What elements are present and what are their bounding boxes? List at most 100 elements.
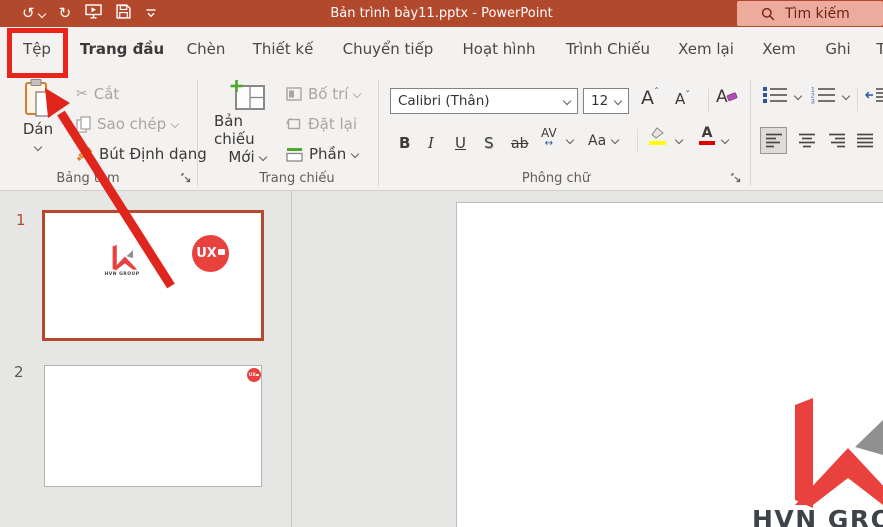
increase-font-button[interactable]: Aˆ (641, 87, 659, 109)
slideshow-button[interactable] (85, 4, 102, 23)
decrease-font-button[interactable]: Aˇ (675, 90, 690, 108)
ux-logo-label: UX (196, 246, 217, 261)
tab-design[interactable]: Thiết kế (253, 27, 314, 71)
font-group-label: Phông chữ (521, 171, 591, 186)
section-dropdown-icon[interactable] (351, 149, 360, 159)
format-painter-label: Bút Định dạng (99, 145, 207, 163)
mini-divider (637, 129, 638, 153)
font-size-dropdown-icon[interactable] (613, 96, 623, 106)
tab-animations[interactable]: Hoạt hình (463, 27, 536, 71)
change-case-glyph: Aa (588, 133, 607, 149)
redo-icon: ↻ (58, 4, 72, 22)
italic-button[interactable]: I (428, 128, 434, 156)
highlight-color-button[interactable] (648, 127, 666, 145)
align-center-button[interactable] (793, 127, 820, 154)
char-spacing-button[interactable]: AV ↔ (541, 127, 557, 149)
layout-dropdown-icon[interactable] (353, 89, 362, 99)
underline-button[interactable]: U (455, 128, 466, 156)
bullets-button[interactable] (762, 85, 788, 108)
font-name-dropdown-icon[interactable] (562, 96, 572, 106)
cut-scissors-icon: ✂ (76, 86, 88, 102)
copy-icon (76, 115, 91, 133)
annotation-highlight-box (7, 28, 68, 78)
change-case-dropdown-icon[interactable] (610, 135, 620, 145)
font-color-bar (699, 141, 715, 145)
customize-qat-button[interactable] (145, 4, 157, 23)
increase-font-letter: A (641, 87, 654, 109)
shadow-glyph: S (484, 134, 494, 152)
bold-button[interactable]: B (399, 128, 410, 156)
numbering-dropdown-icon[interactable] (841, 91, 851, 101)
text-shadow-button[interactable]: S (484, 128, 494, 156)
tab-insert[interactable]: Chèn (187, 27, 226, 71)
char-spacing-dropdown-icon[interactable] (565, 135, 575, 145)
cut-button[interactable]: ✂ Cắt (76, 81, 119, 107)
undo-dropdown-icon[interactable] (37, 9, 46, 18)
slide-2-ux-badge-label: UX (248, 372, 256, 378)
tab-home[interactable]: Trang đầu (80, 27, 164, 71)
section-label: Phần (309, 145, 347, 163)
search-label: Tìm kiếm (785, 5, 850, 22)
clear-formatting-button[interactable]: A (716, 87, 738, 107)
align-left-button[interactable] (760, 127, 787, 154)
tab-slideshow[interactable]: Trình Chiếu (566, 27, 650, 71)
section-icon (286, 147, 303, 162)
tab-review[interactable]: Xem lại (678, 27, 734, 71)
highlight-dropdown-icon[interactable] (674, 135, 684, 145)
align-justify-icon (856, 133, 873, 148)
slides-group-label: Trang chiếu (259, 171, 335, 186)
search-icon (761, 7, 775, 20)
ux-logo: UX (192, 235, 229, 272)
clipboard-dialog-launcher-icon[interactable] (181, 173, 192, 184)
strikethrough-button[interactable]: ab (511, 128, 528, 156)
slide-2-thumbnail[interactable]: UX (44, 365, 262, 487)
bullets-dropdown-icon[interactable] (793, 91, 803, 101)
tab-help[interactable]: T (876, 27, 883, 71)
tab-view[interactable]: Xem (762, 27, 795, 71)
change-case-button[interactable]: Aa (588, 133, 606, 149)
ribbon: Dán ✂ Cắt Sao chép Bút Định dạng Bảng tạ… (0, 75, 883, 191)
font-color-button[interactable]: A (699, 126, 715, 145)
copy-dropdown-icon[interactable] (170, 119, 180, 129)
numbering-button[interactable]: 123 (810, 85, 836, 108)
cut-label: Cắt (93, 85, 120, 103)
font-size-combo[interactable]: 12 (583, 88, 629, 114)
char-spacing-arrow-icon: ↔ (544, 138, 554, 149)
tab-transitions[interactable]: Chuyển tiếp (343, 27, 434, 71)
search-box[interactable]: Tìm kiếm (737, 1, 883, 26)
align-right-icon (828, 133, 845, 148)
layout-icon (286, 87, 302, 101)
ribbon-tab-row: Tệp Trang đầu Chèn Thiết kế Chuyển tiếp … (0, 27, 883, 98)
customize-qat-icon (146, 9, 156, 18)
section-button[interactable]: Phần (286, 141, 360, 167)
align-justify-button[interactable] (851, 127, 878, 154)
reset-button[interactable]: Đặt lại (286, 111, 357, 137)
new-slide-button[interactable]: Bản chiếu Mới (214, 78, 280, 166)
slide-1-thumbnail[interactable]: HVN GROUP UX (42, 210, 264, 341)
group-divider (378, 80, 379, 186)
font-color-dropdown-icon[interactable] (720, 135, 730, 145)
tab-record[interactable]: Ghi (825, 27, 850, 71)
mini-divider (857, 87, 858, 111)
slideshow-icon (85, 4, 102, 19)
numbering-icon: 123 (811, 87, 835, 106)
font-name-combo[interactable]: Calibri (Thân) (390, 88, 578, 114)
paste-button[interactable]: Dán (12, 78, 64, 152)
paste-dropdown-icon[interactable] (33, 142, 43, 152)
increase-font-caret-icon: ˆ (654, 87, 659, 98)
save-button[interactable] (116, 4, 131, 23)
decrease-indent-button[interactable] (864, 87, 883, 107)
format-painter-button[interactable]: Bút Định dạng (76, 141, 207, 167)
group-divider (750, 80, 751, 186)
align-right-button[interactable] (823, 127, 850, 154)
reset-label: Đặt lại (308, 115, 357, 133)
layout-label: Bố trí (308, 85, 349, 103)
font-dialog-launcher-icon[interactable] (731, 173, 742, 184)
redo-button[interactable]: ↻ (59, 6, 72, 21)
copy-button[interactable]: Sao chép (76, 111, 180, 137)
paste-clipboard-icon (25, 79, 51, 117)
mini-divider (708, 89, 709, 113)
undo-button[interactable]: ↺ (22, 6, 46, 21)
new-slide-dropdown-icon[interactable] (258, 152, 267, 162)
layout-button[interactable]: Bố trí (286, 81, 362, 107)
